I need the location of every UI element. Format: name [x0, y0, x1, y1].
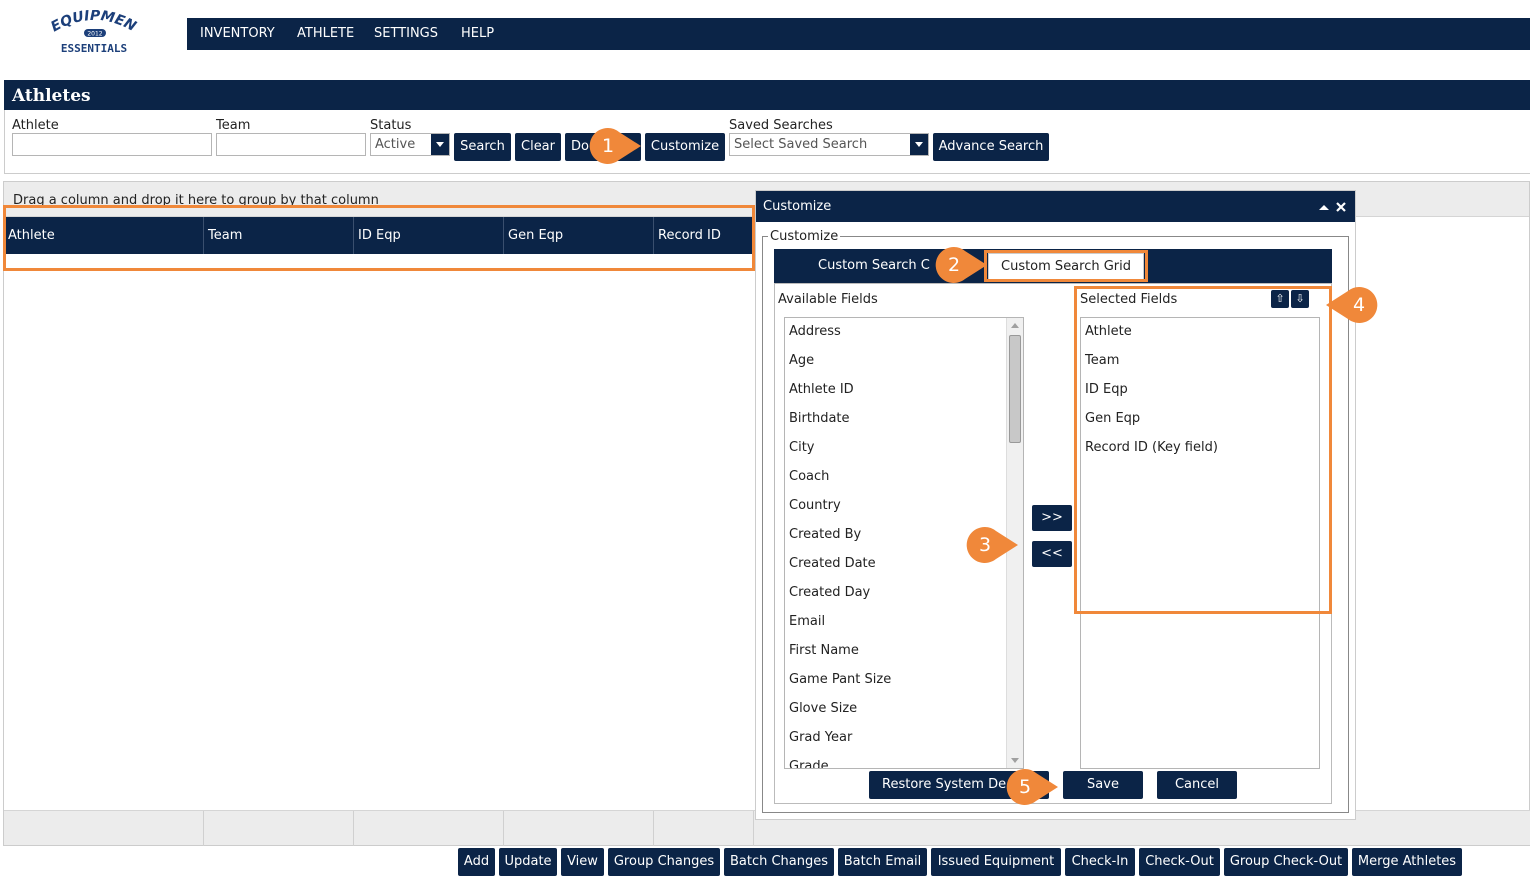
svg-text:ESSENTIALS: ESSENTIALS — [61, 42, 127, 55]
remove-field-button[interactable]: << — [1032, 541, 1072, 567]
fieldset-legend: Customize — [768, 229, 841, 244]
cancel-button[interactable]: Cancel — [1157, 771, 1237, 799]
list-item[interactable]: Address — [789, 324, 841, 339]
group-changes-button[interactable]: Group Changes — [608, 848, 720, 876]
list-item[interactable]: Birthdate — [789, 411, 850, 426]
available-fields-label: Available Fields — [778, 292, 878, 307]
callout-4: 4 — [1316, 286, 1378, 324]
scroll-down-icon[interactable] — [1010, 757, 1020, 765]
nav-help[interactable]: HELP — [461, 18, 494, 50]
list-item[interactable]: Game Pant Size — [789, 672, 891, 687]
athlete-label: Athlete — [12, 118, 59, 133]
add-field-button[interactable]: >> — [1032, 505, 1072, 531]
dialog-titlebar[interactable]: Customize — [756, 191, 1355, 222]
save-button[interactable]: Save — [1063, 771, 1143, 799]
footer-cell — [354, 811, 504, 846]
issued-equipment-button[interactable]: Issued Equipment — [931, 848, 1061, 876]
batch-email-button[interactable]: Batch Email — [838, 848, 927, 876]
scroll-up-icon[interactable] — [1010, 321, 1020, 329]
tab-highlight — [984, 250, 1148, 282]
search-button[interactable]: Search — [454, 133, 511, 161]
status-label: Status — [370, 118, 412, 133]
list-item[interactable]: First Name — [789, 643, 859, 658]
tab-custom-search-criteria[interactable]: Custom Search C — [818, 258, 930, 273]
app-logo[interactable]: EQUIPMENT 2012 ESSENTIALS — [43, 0, 140, 58]
saved-searches-label: Saved Searches — [729, 118, 833, 133]
list-item[interactable]: Created Date — [789, 556, 876, 571]
saved-search-value: Select Saved Search — [734, 137, 868, 152]
chevron-down-icon — [910, 134, 928, 155]
page-title: Athletes — [12, 86, 91, 106]
nav-inventory[interactable]: INVENTORY — [200, 18, 275, 50]
close-icon[interactable] — [1336, 202, 1346, 212]
status-select[interactable]: Active — [370, 133, 450, 156]
advance-search-button[interactable]: Advance Search — [933, 133, 1049, 161]
grid-header-highlight — [3, 205, 755, 271]
list-item[interactable]: Grad Year — [789, 730, 852, 745]
nav-athlete[interactable]: ATHLETE — [297, 18, 354, 50]
customize-button[interactable]: Customize — [645, 133, 725, 161]
callout-3: 3 — [966, 526, 1018, 564]
athlete-input[interactable] — [12, 133, 212, 156]
search-panel: Athlete Team Status Active Search Clear … — [4, 110, 1530, 174]
footer-cell — [504, 811, 654, 846]
list-item[interactable]: Athlete ID — [789, 382, 854, 397]
clear-button[interactable]: Clear — [515, 133, 561, 161]
footer-cell — [204, 811, 354, 846]
callout-2: 2 — [935, 246, 987, 284]
merge-athletes-button[interactable]: Merge Athletes — [1352, 848, 1462, 876]
list-item[interactable]: Country — [789, 498, 841, 513]
update-button[interactable]: Update — [499, 848, 557, 876]
page-header: Athletes — [4, 80, 1530, 110]
footer-cell — [654, 811, 754, 846]
list-item[interactable]: Email — [789, 614, 825, 629]
selected-fields-highlight — [1074, 286, 1332, 614]
list-item[interactable]: Created Day — [789, 585, 870, 600]
group-check-out-button[interactable]: Group Check-Out — [1224, 848, 1348, 876]
scrollbar-thumb[interactable] — [1009, 335, 1021, 443]
list-item[interactable]: City — [789, 440, 814, 455]
view-button[interactable]: View — [561, 848, 604, 876]
saved-search-select[interactable]: Select Saved Search — [729, 133, 929, 156]
callout-5: 5 — [1006, 768, 1058, 806]
nav-settings[interactable]: SETTINGS — [374, 18, 438, 50]
collapse-icon[interactable] — [1318, 203, 1330, 211]
list-item[interactable]: Grade — [789, 759, 829, 768]
chevron-down-icon — [431, 134, 449, 155]
team-label: Team — [216, 118, 251, 133]
check-out-button[interactable]: Check-Out — [1139, 848, 1220, 876]
status-value: Active — [375, 137, 416, 152]
list-item[interactable]: Coach — [789, 469, 829, 484]
dialog-title: Customize — [763, 199, 832, 214]
check-in-button[interactable]: Check-In — [1065, 848, 1135, 876]
svg-text:2012: 2012 — [87, 31, 102, 38]
top-nav: INVENTORY ATHLETE SETTINGS HELP — [187, 18, 1530, 50]
list-item[interactable]: Created By — [789, 527, 861, 542]
team-input[interactable] — [216, 133, 366, 156]
list-item[interactable]: Glove Size — [789, 701, 857, 716]
batch-changes-button[interactable]: Batch Changes — [724, 848, 834, 876]
add-button[interactable]: Add — [458, 848, 495, 876]
list-item[interactable]: Age — [789, 353, 814, 368]
footer-cell — [4, 811, 204, 846]
callout-1: 1 — [589, 127, 641, 165]
